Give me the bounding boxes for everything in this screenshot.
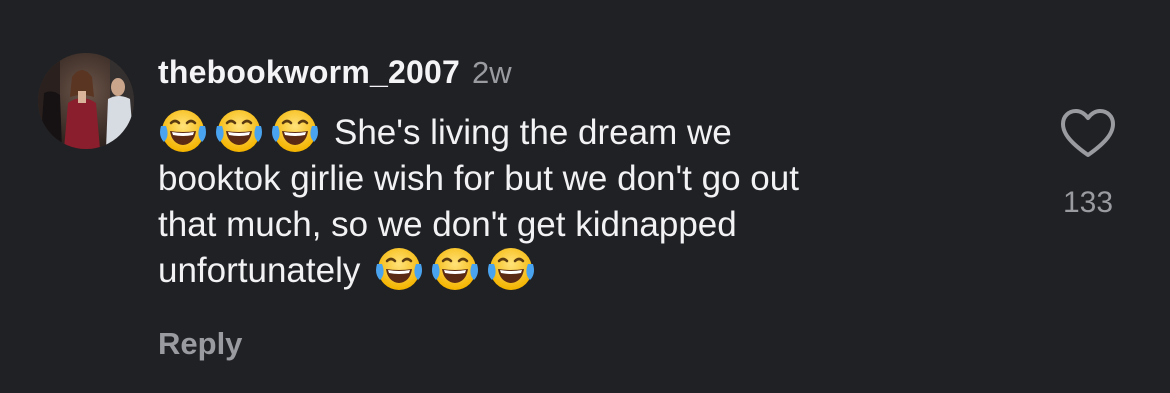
timestamp: 2w [471, 55, 512, 90]
face-with-tears-of-joy-icon [214, 106, 264, 156]
avatar[interactable] [38, 53, 134, 149]
comment-body: She's living the dream we booktok girlie… [158, 108, 1018, 294]
heart-outline-icon [1061, 109, 1115, 157]
face-with-tears-of-joy-icon [270, 106, 320, 156]
like-section: 133 [1040, 108, 1136, 220]
face-with-tears-of-joy-icon [430, 244, 480, 294]
comment-line: unfortunately [158, 246, 1018, 294]
comment-text-line-1: She's living the dream we [334, 113, 732, 152]
face-with-tears-of-joy-icon [374, 244, 424, 294]
comment-line: She's living the dream we [158, 108, 1018, 156]
comment-text-line-3: that much, so we don't get kidnapped [158, 205, 737, 244]
like-button[interactable] [1060, 108, 1116, 160]
emoji-group [374, 244, 536, 294]
comment-text-line-2: booktok girlie wish for but we don't go … [158, 159, 799, 198]
face-with-tears-of-joy-icon [158, 106, 208, 156]
like-count: 133 [1062, 186, 1114, 219]
reply-button[interactable]: Reply [158, 326, 242, 362]
comment-header: thebookworm_2007 2w [158, 54, 512, 94]
face-with-tears-of-joy-icon [486, 244, 536, 294]
avatar-photo [38, 53, 134, 149]
emoji-group [158, 106, 320, 156]
username[interactable]: thebookworm_2007 [158, 54, 460, 91]
comment: thebookworm_2007 2w She's living the dre… [0, 0, 1170, 393]
comment-text-line-4: unfortunately [158, 251, 361, 290]
